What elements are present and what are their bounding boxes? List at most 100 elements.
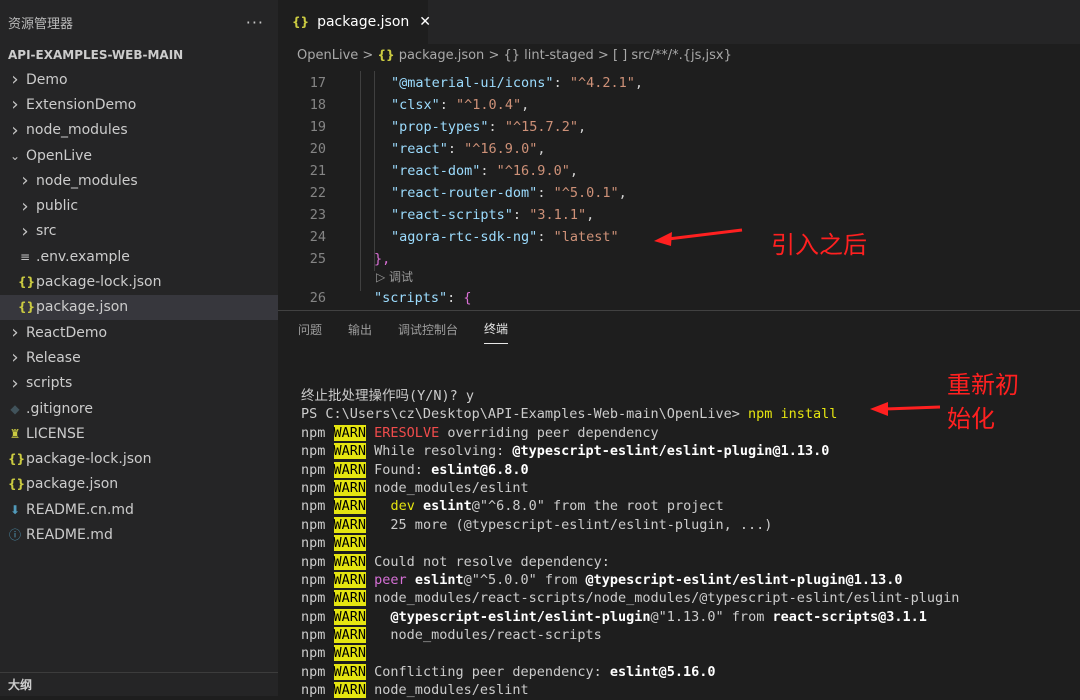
terminal-text: Conflicting peer dependency: — [374, 663, 610, 680]
tree-item[interactable]: › ReactDemo — [0, 320, 278, 345]
json-key: "react" — [391, 141, 448, 157]
tree-item-label: ExtensionDemo — [26, 96, 137, 113]
tree-item-label: node_modules — [36, 172, 138, 189]
brace: { — [463, 290, 472, 306]
license-icon: ♜ — [9, 426, 21, 441]
tree-item[interactable]: {} package.json — [0, 472, 278, 497]
punct: : — [537, 229, 554, 245]
annotation-reinit-line1: 重新初 — [947, 371, 1019, 399]
warn-badge: WARN — [333, 553, 367, 570]
json-value: "^15.7.2" — [504, 119, 578, 135]
panel-tab[interactable]: 问题 — [298, 315, 322, 344]
tree-item[interactable]: › ExtensionDemo — [0, 92, 278, 117]
npm-prefix: npm — [301, 498, 334, 515]
tree-item-label: README.cn.md — [26, 501, 134, 518]
tree-item-label: src — [36, 223, 57, 240]
breadcrumb: OpenLive > {} package.json > {} lint-sta… — [278, 44, 1080, 66]
json-icon: {} — [292, 15, 310, 29]
warn-badge: WARN — [333, 516, 367, 533]
tree-item[interactable]: › src — [0, 219, 278, 244]
warn-badge: WARN — [333, 608, 367, 625]
tree-item[interactable]: ⌄ OpenLive — [0, 143, 278, 168]
code-line: 23 "react-scripts": "3.1.1", — [278, 204, 1080, 226]
code-text: "react-scripts": "3.1.1", — [391, 204, 594, 226]
panel-tabs: 问题 输出 调试控制台 终端 — [278, 311, 1080, 347]
tree-item-label: OpenLive — [26, 147, 92, 164]
code-text: "react-router-dom": "^5.0.1", — [391, 182, 627, 204]
breadcrumb-openlive[interactable]: OpenLive — [297, 48, 358, 63]
tree-item[interactable]: ◆ .gitignore — [0, 396, 278, 421]
codelens-debug[interactable]: ▷ 调试 — [376, 268, 413, 285]
code-editor[interactable]: 17 "@material-ui/icons": "^4.2.1", 18 "clsx… — [278, 71, 1080, 309]
terminal-text: ERESOLVE — [374, 424, 440, 441]
json-key: "agora-rtc-sdk-ng" — [391, 229, 538, 245]
annotation-after-import: 引入之后 — [771, 231, 867, 259]
tree-item[interactable]: {} package.json — [0, 294, 278, 320]
terminal-line: npm WARN peer eslint@"^5.0.0" from @type… — [301, 571, 1080, 589]
tree-item[interactable]: › public — [0, 193, 278, 218]
tree-item[interactable]: › node_modules — [0, 168, 278, 193]
breadcrumb-lint-staged[interactable]: {} lint-staged — [503, 48, 593, 63]
tree-item[interactable]: ♜ LICENSE — [0, 421, 278, 446]
code-line: 20 "react": "^16.9.0", — [278, 138, 1080, 160]
tree-item[interactable]: › scripts — [0, 371, 278, 396]
breadcrumb-file[interactable]: package.json — [399, 48, 485, 63]
outline-section[interactable]: 大纲 — [0, 672, 278, 696]
terminal-text: eslint — [422, 498, 472, 515]
line-number: 19 — [309, 119, 326, 135]
tree-item-label: scripts — [26, 375, 73, 392]
code-text: "react-dom": "^16.9.0", — [391, 160, 578, 182]
punct: : — [488, 119, 505, 135]
terminal-line: npm WARN node_modules/eslint — [301, 479, 1080, 497]
code-text: }, — [374, 251, 391, 267]
npm-prefix: npm — [301, 608, 334, 625]
json-key: "react-scripts" — [391, 207, 513, 223]
warn-badge: WARN — [333, 424, 367, 441]
terminal-line: npm WARN Found: eslint@6.8.0 — [301, 461, 1080, 479]
warn-badge: WARN — [333, 627, 367, 644]
panel-tab[interactable]: 终端 — [484, 314, 509, 344]
workspace-root[interactable]: API-EXAMPLES-WEB-MAIN — [0, 44, 278, 66]
breadcrumb-src-pattern[interactable]: [ ] src/**/*.{js,jsx} — [613, 48, 732, 63]
terminal-line: npm WARN node_modules/react-scripts/node… — [301, 589, 1080, 607]
panel-tab[interactable]: 输出 — [348, 315, 372, 344]
breadcrumb-separator: > — [488, 48, 500, 63]
json-icon: {} — [18, 275, 36, 290]
more-actions-icon[interactable]: ··· — [246, 13, 264, 32]
tree-item[interactable]: › node_modules — [0, 118, 278, 143]
git-icon: ◆ — [10, 401, 20, 416]
tree-item[interactable]: › Demo — [0, 67, 278, 92]
line-number: 18 — [309, 97, 326, 113]
punct: : — [512, 207, 530, 223]
chevron-right-icon: › — [11, 372, 19, 394]
punct: , — [569, 163, 578, 179]
json-key: "@material-ui/icons" — [391, 75, 554, 91]
punct: , — [634, 75, 643, 91]
tab-label: package.json — [317, 14, 410, 30]
terminal-text: @5.16.0 — [658, 663, 716, 680]
json-icon: {} — [8, 452, 26, 467]
tree-item[interactable]: ⬇ README.cn.md — [0, 497, 278, 522]
tree-item[interactable]: › Release — [0, 345, 278, 370]
json-value: "3.1.1" — [529, 207, 587, 223]
punct: , — [618, 185, 627, 201]
tree-item[interactable]: {} package-lock.json — [0, 269, 278, 294]
tree-item[interactable]: ⓘ README.md — [0, 522, 278, 547]
tree-item[interactable]: {} package-lock.json — [0, 446, 278, 471]
panel-tab[interactable]: 调试控制台 — [398, 315, 458, 344]
terminal-line: npm WARN — [301, 534, 1080, 552]
terminal-text: While resolving: — [374, 443, 513, 460]
close-icon[interactable]: ✕ — [419, 14, 431, 30]
tab-package-json[interactable]: {} package.json ✕ — [278, 0, 431, 44]
tree-item[interactable]: ≡ .env.example — [0, 244, 278, 269]
warn-badge: WARN — [333, 535, 367, 552]
annotation-reinit: 重新初 始化 — [947, 368, 1019, 436]
terminal-text: overriding peer dependency — [439, 424, 659, 441]
markdown-icon: ⬇ — [9, 502, 21, 517]
code-line: 17 "@material-ui/icons": "^4.2.1", — [278, 72, 1080, 94]
